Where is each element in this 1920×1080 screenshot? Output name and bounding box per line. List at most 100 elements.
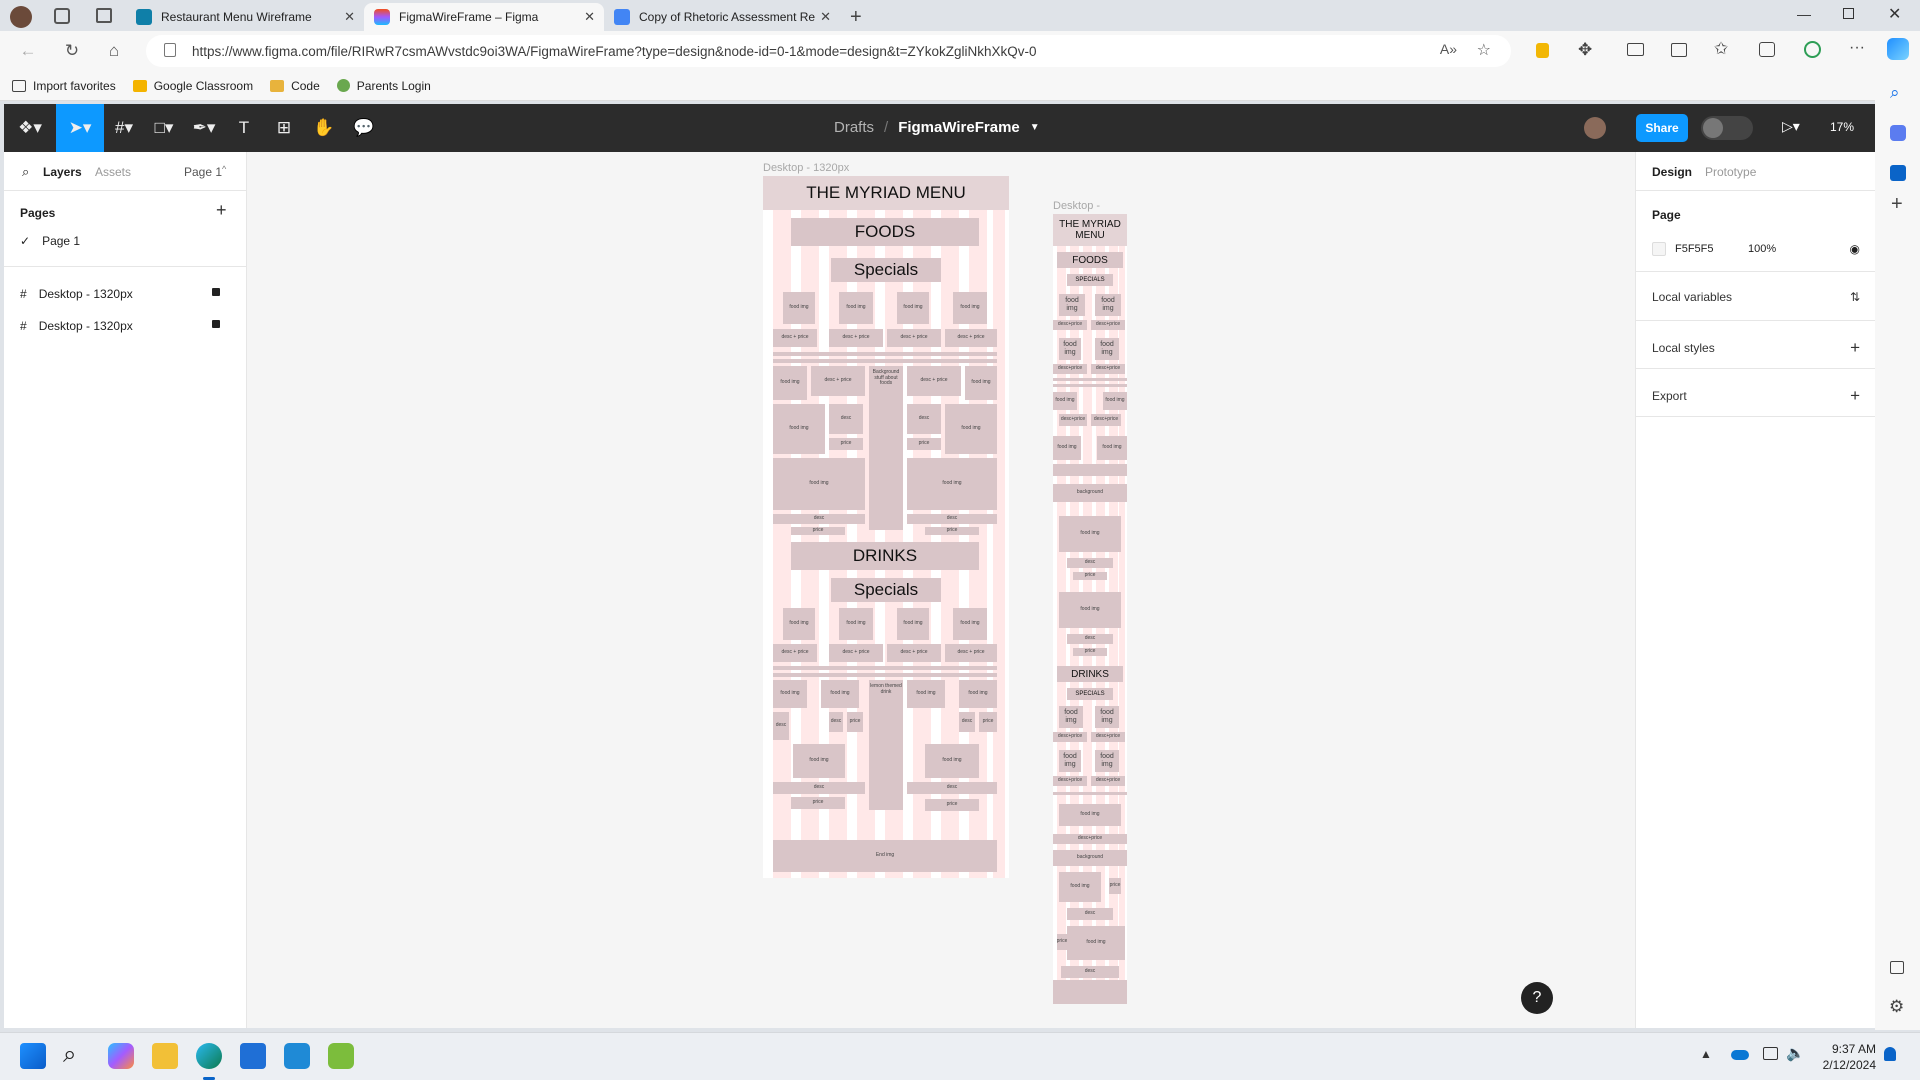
food-image[interactable]: food img <box>965 366 997 400</box>
drinks-heading[interactable]: DRINKS <box>791 542 979 570</box>
file-name[interactable]: FigmaWireFrame <box>898 119 1020 136</box>
figma-menu-icon[interactable]: ❖▾ <box>4 104 56 152</box>
back-icon[interactable]: ← <box>10 36 46 66</box>
close-tab-icon[interactable]: ✕ <box>344 9 355 25</box>
refresh-icon[interactable]: ↻ <box>54 36 90 66</box>
sidebar-settings-icon[interactable]: ⚙ <box>1889 997 1904 1017</box>
drink-image[interactable]: food img <box>953 608 987 640</box>
food-image[interactable]: food img <box>1095 338 1119 360</box>
local-styles-row[interactable]: Local styles + <box>1652 338 1860 358</box>
favorites-icon[interactable]: ✩ <box>1714 39 1728 59</box>
desktop-frame-2[interactable]: THE MYRIAD MENU FOODS SPECIALS food img … <box>1053 214 1127 1004</box>
desktop-frame-1[interactable]: THE MYRIAD MENU FOODS Specials food img … <box>763 176 1009 878</box>
desc-block[interactable]: desc <box>773 712 789 740</box>
drink-image[interactable]: food img <box>1095 750 1119 772</box>
desc-price[interactable]: desc+price <box>1053 732 1087 742</box>
background-info[interactable]: background <box>1053 850 1127 866</box>
desc-block[interactable]: desc <box>1067 908 1113 920</box>
microsoft-store-icon[interactable] <box>240 1043 266 1069</box>
drink-image[interactable]: food img <box>907 680 945 708</box>
zoom-level[interactable]: 17% <box>1830 120 1854 134</box>
onedrive-icon[interactable] <box>1731 1050 1749 1060</box>
drink-image[interactable]: food img <box>1059 872 1101 902</box>
desc-price[interactable]: desc + price <box>887 329 941 347</box>
url-field[interactable]: https://www.figma.com/file/RIRwR7csmAWvs… <box>146 35 1511 67</box>
sidebar-copilot-icon[interactable] <box>1890 125 1906 141</box>
background-info[interactable]: lemon themed drink <box>869 680 903 810</box>
food-image[interactable]: food img <box>907 458 997 510</box>
desc-price[interactable]: desc + price <box>829 329 883 347</box>
hand-tool-icon[interactable]: ✋ <box>304 104 344 152</box>
desc-price[interactable]: desc + price <box>773 329 817 347</box>
food-image[interactable]: food img <box>1053 392 1077 410</box>
sidebar-outlook-icon[interactable] <box>1890 165 1906 181</box>
tab-assets[interactable]: Assets <box>95 165 131 179</box>
pen-tool-icon[interactable]: ✒▾ <box>184 104 224 152</box>
desc-block[interactable]: desc <box>907 514 997 524</box>
desc-block[interactable]: desc <box>907 404 941 434</box>
foods-heading[interactable]: FOODS <box>791 218 979 246</box>
tab-prototype[interactable]: Prototype <box>1705 165 1756 179</box>
variables-icon[interactable]: ⇅ <box>1850 290 1860 304</box>
food-image[interactable]: food img <box>897 292 929 324</box>
sidebar-hide-icon[interactable] <box>1890 961 1904 974</box>
favorite-star-icon[interactable]: ☆ <box>1477 40 1491 60</box>
price-block[interactable]: price <box>979 712 997 732</box>
minimize-button[interactable]: — <box>1797 6 1811 22</box>
food-image[interactable]: food img <box>783 292 815 324</box>
desc-price[interactable]: desc+price <box>1091 320 1125 330</box>
favorite-parents-login[interactable]: Parents Login <box>336 79 431 93</box>
food-image[interactable]: food img <box>945 404 997 454</box>
desc-block[interactable]: desc <box>773 514 865 524</box>
file-explorer-icon[interactable] <box>152 1043 178 1069</box>
volume-icon[interactable]: 🔈 <box>1786 1044 1805 1062</box>
background-info[interactable]: background <box>1053 484 1127 502</box>
desc-block[interactable]: desc <box>1067 634 1113 644</box>
food-image[interactable]: food img <box>839 292 873 324</box>
price-block[interactable]: price <box>791 527 845 535</box>
help-button[interactable]: ? <box>1521 982 1553 1014</box>
price-block[interactable]: price <box>1073 648 1107 656</box>
desc-price[interactable]: desc+price <box>1091 732 1125 742</box>
bg-hex-input[interactable]: F5F5F5 <box>1675 243 1748 255</box>
export-row[interactable]: Export + <box>1652 386 1860 406</box>
search-icon[interactable]: ⌕ <box>22 164 29 180</box>
drink-specials-heading[interactable]: Specials <box>831 578 941 602</box>
background-info[interactable]: Background stuff about foods <box>869 366 903 530</box>
desc-block[interactable]: desc <box>959 712 975 732</box>
search-icon[interactable]: ⌕ <box>63 1041 76 1069</box>
drink-image[interactable]: food img <box>959 680 997 708</box>
android-app-icon[interactable] <box>328 1043 354 1069</box>
desc-price[interactable]: desc+price <box>1053 776 1087 786</box>
comment-tool-icon[interactable]: 💬 <box>344 104 384 152</box>
drink-image[interactable]: food img <box>897 608 929 640</box>
menu-title[interactable]: THE MYRIAD MENU <box>763 176 1009 210</box>
close-window-button[interactable]: ✕ <box>1888 4 1901 24</box>
extensions-icon[interactable]: ✥ <box>1578 40 1592 60</box>
network-icon[interactable] <box>1763 1047 1778 1060</box>
favorite-import[interactable]: Import favorites <box>12 79 116 93</box>
price-block[interactable]: price <box>1109 878 1121 894</box>
close-tab-icon[interactable]: ✕ <box>820 9 831 25</box>
sidebar-add-icon[interactable]: + <box>1891 193 1903 216</box>
desc-block[interactable]: desc <box>907 782 997 794</box>
drink-image[interactable]: food img <box>1059 750 1081 772</box>
desc-block[interactable]: desc <box>829 404 863 434</box>
drink-image[interactable]: food img <box>821 680 859 708</box>
drink-image[interactable]: food img <box>783 608 815 640</box>
browser-tab-restaurant[interactable]: Restaurant Menu Wireframe ✕ <box>126 3 364 31</box>
desc-block[interactable]: desc <box>1061 966 1119 978</box>
color-swatch[interactable] <box>1652 242 1666 256</box>
lock-icon[interactable] <box>212 320 220 328</box>
desc-price[interactable]: desc + price <box>773 644 817 662</box>
food-image[interactable]: food img <box>1097 436 1127 460</box>
page-selector[interactable]: Page 1 <box>184 165 222 179</box>
desc-price[interactable]: desc + price <box>811 366 865 396</box>
tab-design[interactable]: Design <box>1652 165 1692 179</box>
drink-specials-heading[interactable]: SPECIALS <box>1067 688 1113 700</box>
end-image[interactable] <box>1053 980 1127 1004</box>
favorite-code[interactable]: Code <box>270 79 320 93</box>
layer-item[interactable]: # Desktop - 1320px <box>20 319 220 333</box>
add-export-icon[interactable]: + <box>1850 386 1860 406</box>
price-block[interactable]: price <box>791 797 845 809</box>
